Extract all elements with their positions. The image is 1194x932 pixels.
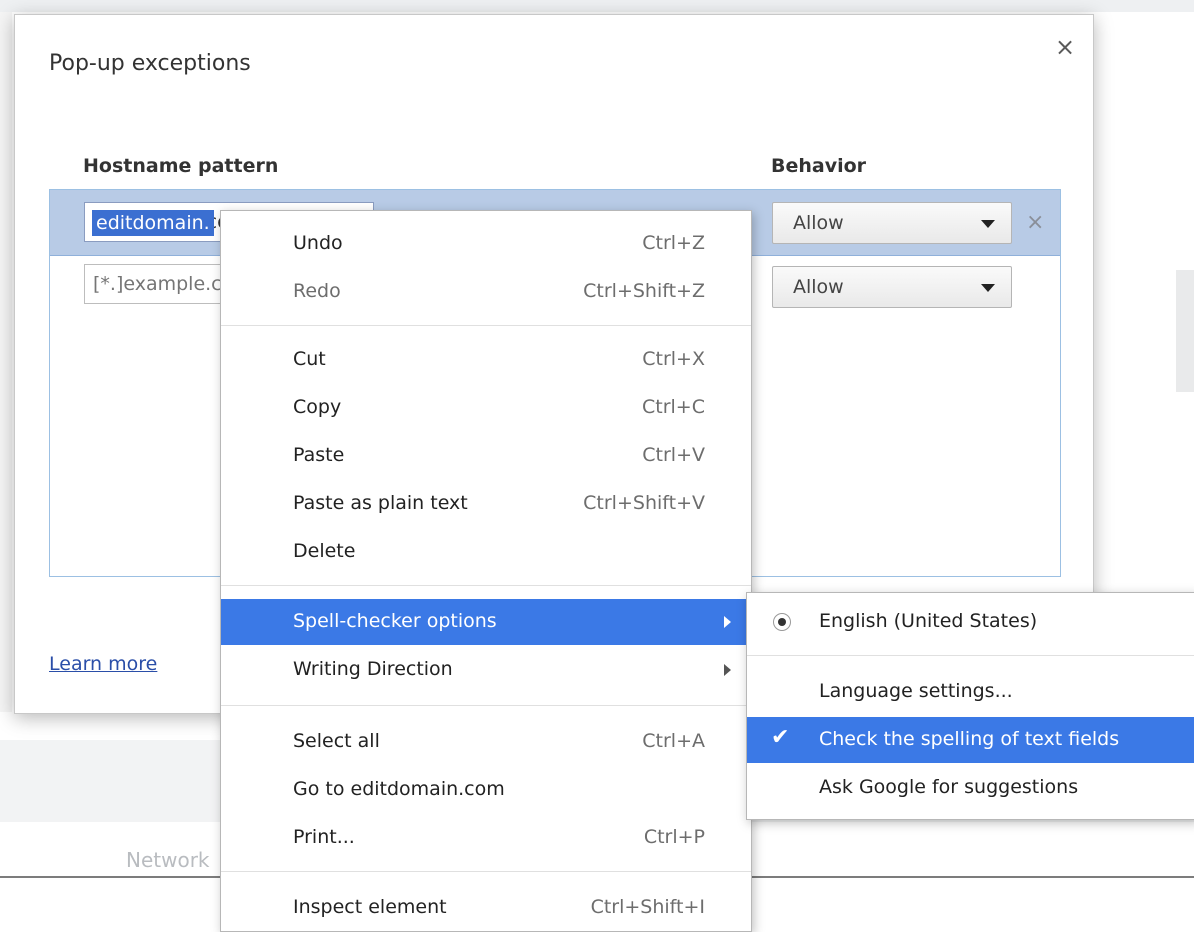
network-section-label: Network xyxy=(126,848,210,872)
menu-item-shortcut: Ctrl+Shift+V xyxy=(583,492,705,514)
menu-separator xyxy=(221,585,751,586)
menu-item-go-to[interactable]: Go to editdomain.com xyxy=(221,767,751,813)
page-scrollbar[interactable] xyxy=(1176,270,1194,392)
close-icon[interactable]: × xyxy=(1055,33,1075,61)
menu-item-shortcut: Ctrl+V xyxy=(642,444,705,466)
behavior-select-row2[interactable]: Allow xyxy=(772,266,1012,308)
menu-item-shortcut: Ctrl+X xyxy=(642,348,705,370)
menu-item-copy[interactable]: Copy Ctrl+C xyxy=(221,385,751,431)
menu-item-inspect-element[interactable]: Inspect element Ctrl+Shift+I xyxy=(221,885,751,931)
menu-item-paste-plain[interactable]: Paste as plain text Ctrl+Shift+V xyxy=(221,481,751,527)
spell-checker-submenu: English (United States) Language setting… xyxy=(746,592,1194,820)
menu-separator xyxy=(221,325,751,326)
menu-item-label: Spell-checker options xyxy=(293,610,497,632)
submenu-item-ask-google[interactable]: Ask Google for suggestions xyxy=(747,765,1194,811)
menu-item-shortcut: Ctrl+Shift+I xyxy=(590,896,705,918)
chevron-down-icon xyxy=(981,220,995,228)
menu-item-paste[interactable]: Paste Ctrl+V xyxy=(221,433,751,479)
menu-item-spell-checker-options[interactable]: Spell-checker options xyxy=(221,599,751,645)
menu-item-redo[interactable]: Redo Ctrl+Shift+Z xyxy=(221,269,751,315)
menu-item-shortcut: Ctrl+P xyxy=(643,826,705,848)
menu-item-label: Paste as plain text xyxy=(293,492,468,514)
submenu-item-label: Ask Google for suggestions xyxy=(819,776,1079,798)
checkmark-icon: ✔ xyxy=(771,725,790,750)
dialog-title: Pop-up exceptions xyxy=(49,51,251,76)
submenu-item-label: English (United States) xyxy=(819,610,1038,632)
menu-item-label: Copy xyxy=(293,396,342,418)
menu-item-cut[interactable]: Cut Ctrl+X xyxy=(221,337,751,383)
menu-item-label: Writing Direction xyxy=(293,658,453,680)
submenu-item-label: Language settings... xyxy=(819,680,1013,702)
remove-row-icon[interactable]: × xyxy=(1026,210,1044,235)
behavior-column-header: Behavior xyxy=(771,155,867,177)
menu-separator xyxy=(221,705,751,706)
menu-item-undo[interactable]: Undo Ctrl+Z xyxy=(221,221,751,267)
page-left-edge xyxy=(0,12,12,712)
hostname-selected-text: editdomain. xyxy=(92,210,214,236)
menu-item-label: Undo xyxy=(293,232,343,254)
behavior-select-row1[interactable]: Allow xyxy=(772,202,1012,244)
menu-item-label: Delete xyxy=(293,540,356,562)
menu-item-label: Redo xyxy=(293,280,341,302)
menu-item-label: Inspect element xyxy=(293,896,447,918)
menu-item-label: Go to editdomain.com xyxy=(293,778,505,800)
behavior-select-value: Allow xyxy=(793,212,844,234)
menu-item-delete[interactable]: Delete xyxy=(221,529,751,575)
menu-item-select-all[interactable]: Select all Ctrl+A xyxy=(221,719,751,765)
menu-item-writing-direction[interactable]: Writing Direction xyxy=(221,647,751,693)
context-menu: Undo Ctrl+Z Redo Ctrl+Shift+Z Cut Ctrl+X… xyxy=(220,210,752,932)
menu-item-shortcut: Ctrl+A xyxy=(642,730,705,752)
menu-item-label: Cut xyxy=(293,348,326,370)
menu-separator xyxy=(221,871,751,872)
chevron-right-icon xyxy=(724,664,731,676)
submenu-item-language-settings[interactable]: Language settings... xyxy=(747,669,1194,715)
radio-selected-icon xyxy=(773,613,791,631)
learn-more-link[interactable]: Learn more xyxy=(49,653,157,675)
menu-item-label: Select all xyxy=(293,730,380,752)
chevron-down-icon xyxy=(981,284,995,292)
page-top-strip xyxy=(0,0,1194,12)
menu-item-label: Print... xyxy=(293,826,355,848)
menu-item-shortcut: Ctrl+Z xyxy=(642,232,705,254)
behavior-select-value: Allow xyxy=(793,276,844,298)
menu-item-shortcut: Ctrl+C xyxy=(642,396,705,418)
submenu-item-label: Check the spelling of text fields xyxy=(819,728,1120,750)
submenu-item-check-spelling[interactable]: ✔ Check the spelling of text fields xyxy=(747,717,1194,763)
menu-item-label: Paste xyxy=(293,444,345,466)
menu-separator xyxy=(747,655,1194,656)
menu-item-print[interactable]: Print... Ctrl+P xyxy=(221,815,751,861)
menu-item-shortcut: Ctrl+Shift+Z xyxy=(583,280,705,302)
submenu-item-english-us[interactable]: English (United States) xyxy=(747,599,1194,645)
chevron-right-icon xyxy=(724,616,731,628)
hostname-column-header: Hostname pattern xyxy=(83,155,279,177)
